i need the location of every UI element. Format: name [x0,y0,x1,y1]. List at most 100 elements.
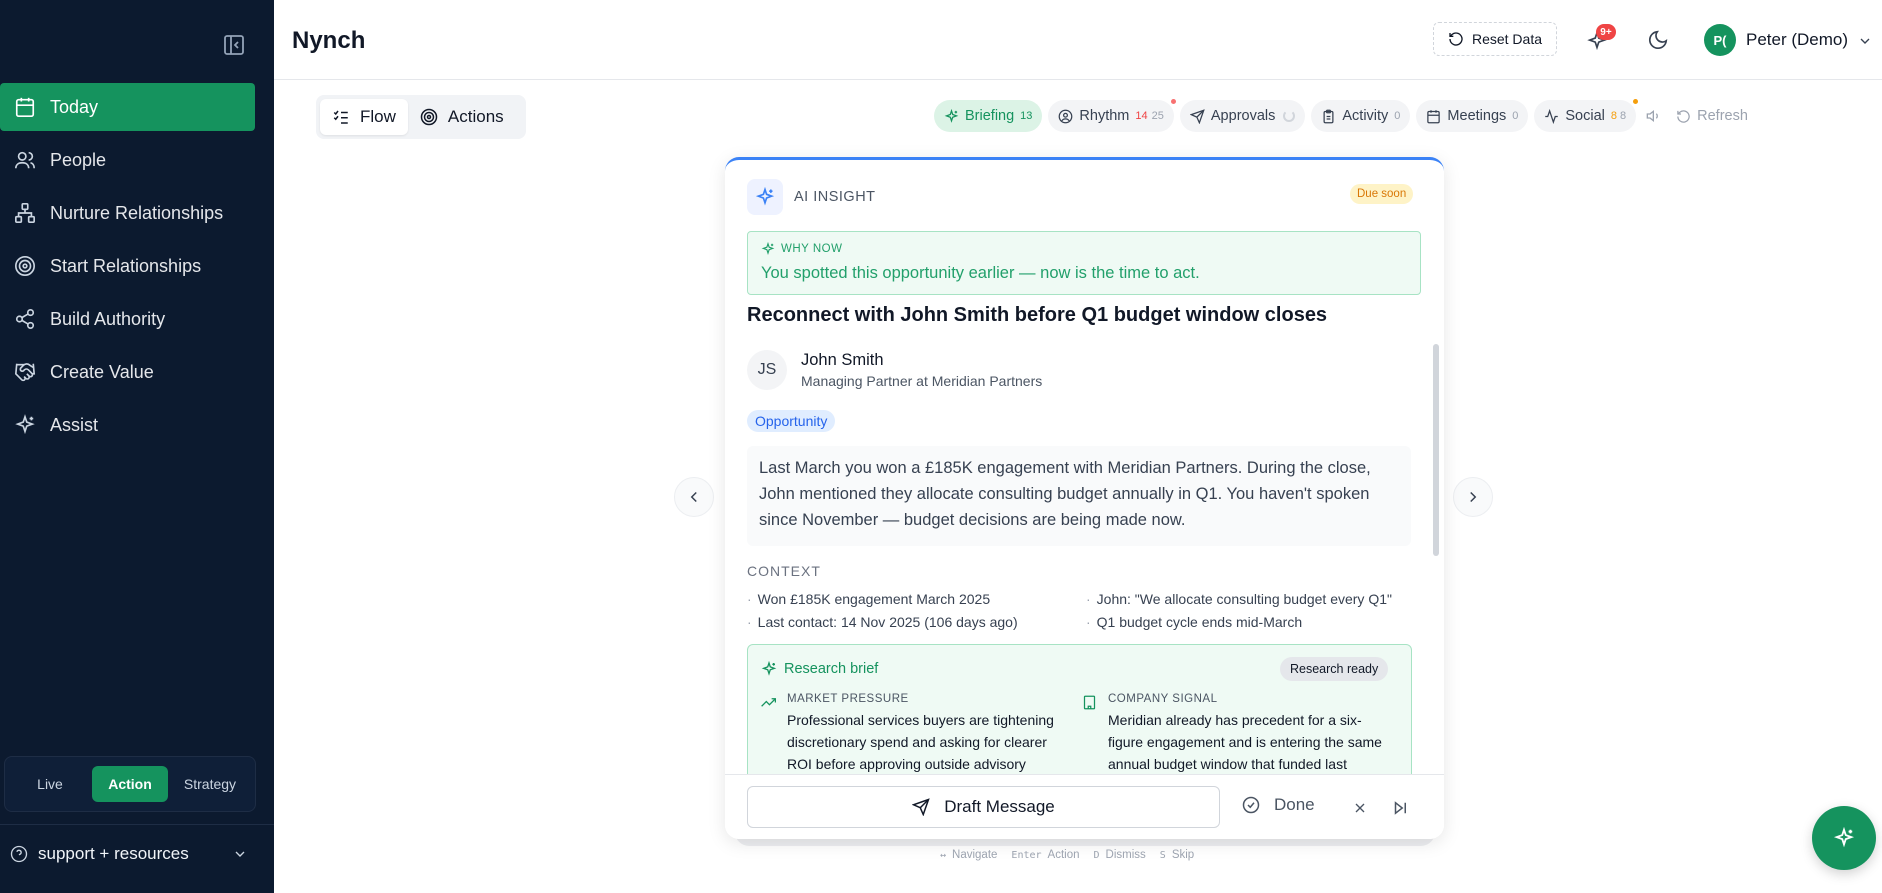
card-scrollbar[interactable] [1433,344,1439,556]
user-avatar[interactable]: P( [1704,24,1736,56]
sidebar-item-create-value[interactable]: Create Value [0,348,255,396]
previous-card-button[interactable] [674,477,714,517]
insight-summary: Last March you won a £185K engagement wi… [747,446,1411,546]
flow-view-button[interactable]: Flow [320,99,408,135]
tab-meetings[interactable]: Meetings 0 [1416,100,1529,132]
tab-rhythm[interactable]: Rhythm 14 25 [1048,99,1176,132]
refresh-label: Refresh [1697,108,1748,124]
why-now-text: You spotted this opportunity earlier — n… [761,264,1200,282]
sidebar-item-assist[interactable]: Assist [0,401,255,449]
chevron-right-icon [1464,488,1482,506]
hint-label: Action [1047,849,1080,861]
context-item: John: "We allocate consulting budget eve… [1086,591,1392,607]
sparkle-icon [944,108,959,124]
mode-live-button[interactable]: Live [12,766,88,802]
sidebar-item-today[interactable]: Today [0,83,255,131]
draft-message-button[interactable]: Draft Message [747,786,1220,828]
flow-label: Flow [360,107,396,126]
actions-view-button[interactable]: Actions [408,99,516,135]
research-ready-badge: Research ready [1280,657,1389,681]
hint-action: Enter Action [1011,849,1079,861]
sidebar: Today People Nurture Relationships Start… [0,0,274,893]
done-label: Done [1274,795,1315,814]
sidebar-item-nurture-relationships[interactable]: Nurture Relationships [0,189,255,237]
support-resources-toggle[interactable]: support + resources [10,843,248,865]
tab-label: Activity [1342,108,1389,124]
contact-name: John Smith [801,351,884,369]
signal-text: Professional services buyers are tighten… [787,712,1054,772]
sidebar-item-label: Assist [50,414,99,435]
tab-count: 0 [1394,110,1401,122]
user-circle-icon [1058,109,1073,124]
done-button[interactable]: Done [1242,795,1315,815]
moon-icon[interactable] [1647,29,1669,51]
sidebar-item-label: Today [50,96,99,117]
sidebar-item-start-relationships[interactable]: Start Relationships [0,242,255,290]
tab-label: Rhythm [1079,108,1130,124]
user-name[interactable]: Peter (Demo) [1746,30,1848,50]
hint-key: Enter [1011,849,1042,861]
tab-approvals[interactable]: Approvals [1179,100,1306,132]
sparkle-icon [761,661,784,677]
research-brief-header: Research brief [761,661,878,677]
tab-count: 13 [1020,110,1033,122]
sidebar-item-people[interactable]: People [0,136,255,184]
chevron-down-icon [232,846,248,862]
sidebar-nav: Today People Nurture Relationships Start… [0,83,255,454]
checklist-icon [332,108,350,126]
signal-label: COMPANY SIGNAL [1108,693,1218,705]
actions-label: Actions [447,107,504,126]
collapse-sidebar-icon[interactable] [222,33,246,57]
sidebar-item-label: Build Authority [50,308,166,329]
skip-forward-icon[interactable] [1391,799,1409,817]
activity-icon [1544,108,1559,124]
why-now-label-text: WHY NOW [781,243,843,255]
hint-skip: S Skip [1160,849,1194,861]
tab-count-due: 14 [1135,110,1148,122]
trend-up-icon [761,695,776,710]
tab-social[interactable]: Social 8 8 [1534,99,1639,132]
people-icon [14,149,36,171]
context-item: Q1 budget cycle ends mid-March [1086,614,1302,630]
hint-label: Navigate [952,849,998,861]
sparkle-icon [747,179,783,215]
target-icon [420,108,438,126]
chevron-down-icon[interactable] [1857,33,1873,49]
tab-count-new: 8 [1610,110,1618,122]
assistant-fab-button[interactable] [1812,806,1876,870]
sidebar-item-build-authority[interactable]: Build Authority [0,295,255,343]
tab-count: 0 [1512,110,1519,122]
speaker-icon[interactable] [1646,108,1662,124]
contact-info[interactable]: JS John Smith Managing Partner at Meridi… [747,350,1042,390]
ai-insight-label: AI INSIGHT [794,189,876,205]
hint-key: S [1159,849,1166,861]
why-now-label: WHY NOW [761,242,842,256]
due-soon-badge: Due soon [1350,184,1414,204]
refresh-button[interactable]: Refresh [1676,108,1748,124]
hierarchy-icon [14,202,36,224]
research-brief-title: Research brief [784,661,879,677]
send-icon [1189,108,1205,124]
sidebar-item-label: Start Relationships [50,255,202,276]
ai-insight-header: AI INSIGHT [747,179,876,215]
signal-text: Meridian already has precedent for a six… [1108,712,1382,772]
sparkle-icon [14,414,36,436]
calendar-icon [14,96,36,118]
tab-label: Briefing [965,108,1015,124]
mode-strategy-button[interactable]: Strategy [172,766,248,802]
close-icon[interactable] [1352,800,1368,816]
hint-key: D [1093,849,1100,861]
feed-tabs: Briefing 13 Rhythm 14 25 Approvals Activ… [934,99,1748,132]
send-icon [912,798,944,816]
tab-briefing[interactable]: Briefing 13 [934,100,1043,132]
reset-data-button[interactable]: Reset Data [1433,22,1557,56]
app-title: Nynch [292,27,366,54]
sparkle-icon [761,242,781,256]
next-card-button[interactable] [1453,477,1493,517]
sidebar-divider [0,824,274,825]
card-scroll-area[interactable]: AI INSIGHT Due soon WHY NOW You spotted … [725,160,1444,774]
mode-action-button[interactable]: Action [92,766,168,802]
sidebar-item-label: Create Value [50,361,154,382]
hint-key: ↔ [940,849,947,861]
tab-activity[interactable]: Activity 0 [1311,100,1411,132]
